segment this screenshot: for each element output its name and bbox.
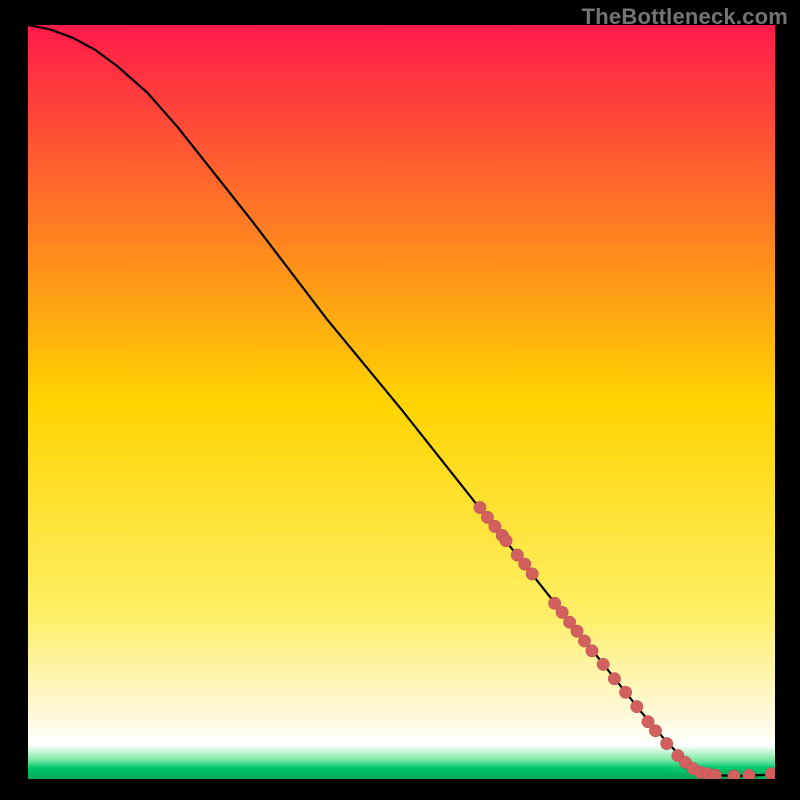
- data-marker: [660, 737, 672, 749]
- data-marker: [597, 658, 609, 670]
- data-marker: [631, 700, 643, 712]
- data-marker: [500, 535, 512, 547]
- chart-svg: [28, 25, 775, 779]
- data-marker: [743, 769, 755, 779]
- data-marker: [526, 568, 538, 580]
- data-marker: [649, 725, 661, 737]
- data-marker: [608, 673, 620, 685]
- data-marker: [709, 769, 721, 779]
- chart-area: [28, 25, 775, 779]
- data-marker: [586, 645, 598, 657]
- gradient-background: [28, 25, 775, 779]
- data-marker: [619, 686, 631, 698]
